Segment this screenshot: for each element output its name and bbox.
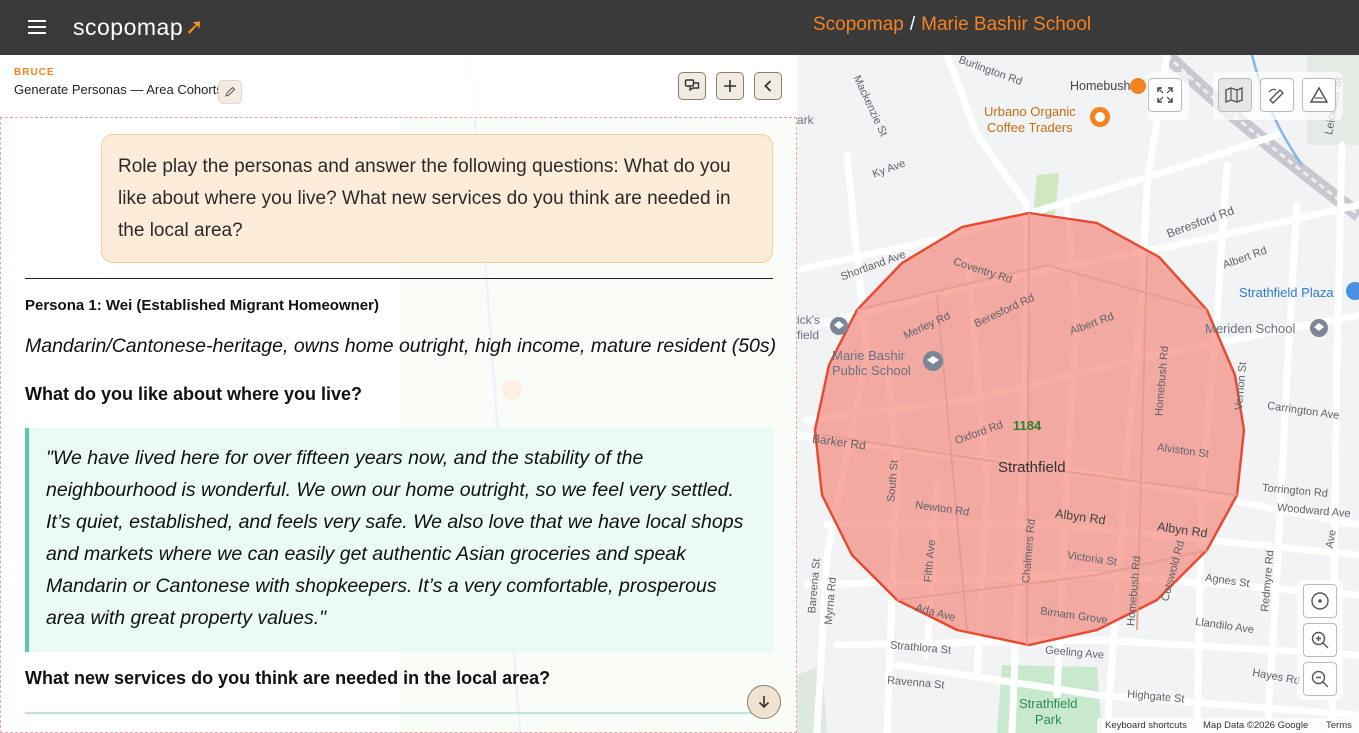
- zoom-out-button[interactable]: [1303, 662, 1337, 696]
- logo-arrow-icon: ➚: [185, 14, 205, 39]
- keyboard-shortcuts-link[interactable]: Keyboard shortcuts: [1105, 720, 1187, 731]
- draw-button[interactable]: [1260, 78, 1294, 112]
- locate-button[interactable]: [1303, 584, 1337, 618]
- cafe-marker-icon[interactable]: [1089, 106, 1111, 128]
- shopping-marker-icon[interactable]: [1345, 281, 1359, 301]
- terrain-button[interactable]: [1302, 78, 1336, 112]
- map-style-button[interactable]: [1218, 78, 1252, 112]
- logo-text: scopomap: [73, 13, 184, 40]
- park-label[interactable]: Strathfield Park: [1019, 696, 1078, 728]
- plus-icon: [724, 80, 736, 92]
- polygon-count-label: 1184: [1013, 418, 1042, 433]
- fullscreen-button[interactable]: [1148, 78, 1182, 112]
- breadcrumb-root[interactable]: Scopomap: [813, 14, 904, 35]
- poi-label[interactable]: Urbano Organic Coffee Traders: [984, 104, 1076, 136]
- user-prompt-bubble: Role play the personas and answer the fo…: [101, 134, 773, 263]
- chevron-left-icon: [764, 80, 772, 92]
- divider: [25, 278, 773, 279]
- personas-button[interactable]: [678, 72, 706, 100]
- zoom-out-icon: [1311, 670, 1329, 688]
- shop-marker-icon[interactable]: [1129, 77, 1147, 95]
- scroll-to-bottom-button[interactable]: [747, 685, 781, 719]
- map-canvas[interactable]: [797, 55, 1359, 733]
- add-button[interactable]: [716, 72, 744, 100]
- persona-title: Persona 1: Wei (Established Migrant Home…: [25, 297, 379, 314]
- locate-icon: [1311, 592, 1329, 610]
- school-marker-icon[interactable]: [922, 350, 944, 372]
- session-title: Generate Personas — Area Cohorts: [14, 82, 223, 97]
- user-name: BRUCE: [14, 67, 55, 78]
- question-heading: What do you like about where you live?: [25, 384, 363, 404]
- map-view[interactable]: Strathfield 1184 Marie Bashir Public Sch…: [797, 55, 1359, 733]
- arrow-down-icon: [758, 696, 770, 709]
- poi-label[interactable]: Meriden School: [1205, 321, 1295, 336]
- next-quote-edge: [25, 712, 773, 714]
- map-icon: [1225, 86, 1243, 104]
- top-bar: scopomap ➚ Scopomap / Marie Bashir School: [0, 0, 1359, 55]
- persona-description: Mandarin/Cantonese-heritage, owns home o…: [25, 335, 777, 357]
- question-heading: What new services do you think are neede…: [25, 668, 551, 688]
- triangle-icon: [1309, 86, 1329, 103]
- persona-answer-quote: "We have lived here for over fifteen yea…: [25, 428, 773, 652]
- scopomap-logo[interactable]: scopomap ➚: [73, 12, 204, 42]
- breadcrumb: Scopomap / Marie Bashir School: [813, 14, 1091, 36]
- poi-label: ick's field: [797, 313, 820, 342]
- zoom-in-button[interactable]: [1303, 623, 1337, 657]
- breadcrumb-page[interactable]: Marie Bashir School: [921, 14, 1091, 35]
- chat-bubbles-icon: [684, 79, 700, 92]
- fullscreen-icon: [1157, 87, 1173, 103]
- chat-panel: BRUCE Generate Personas — Area Cohorts R…: [0, 55, 797, 733]
- breadcrumb-separator: /: [909, 14, 916, 35]
- poi-label: ark: [797, 113, 814, 127]
- draw-icon: [1268, 88, 1284, 104]
- zoom-in-icon: [1311, 631, 1329, 649]
- hamburger-menu-icon[interactable]: [25, 16, 49, 38]
- edit-title-button[interactable]: [218, 80, 242, 104]
- school-label[interactable]: Marie Bashir Public School: [832, 348, 911, 378]
- poi-label[interactable]: Strathfield Plaza: [1239, 285, 1334, 300]
- school-marker-icon[interactable]: [829, 316, 849, 336]
- terms-link[interactable]: Terms: [1326, 720, 1352, 731]
- map-data-attribution: Map Data ©2026 Google: [1203, 720, 1309, 731]
- poi-label[interactable]: Homebush: [1070, 79, 1130, 93]
- chat-transcript[interactable]: Role play the personas and answer the fo…: [0, 117, 797, 733]
- panel-header: BRUCE Generate Personas — Area Cohorts: [0, 55, 797, 117]
- school-marker-icon[interactable]: [1309, 318, 1329, 338]
- suburb-label: Strathfield: [998, 459, 1066, 476]
- pencil-icon: [225, 86, 236, 97]
- collapse-panel-button[interactable]: [754, 72, 782, 100]
